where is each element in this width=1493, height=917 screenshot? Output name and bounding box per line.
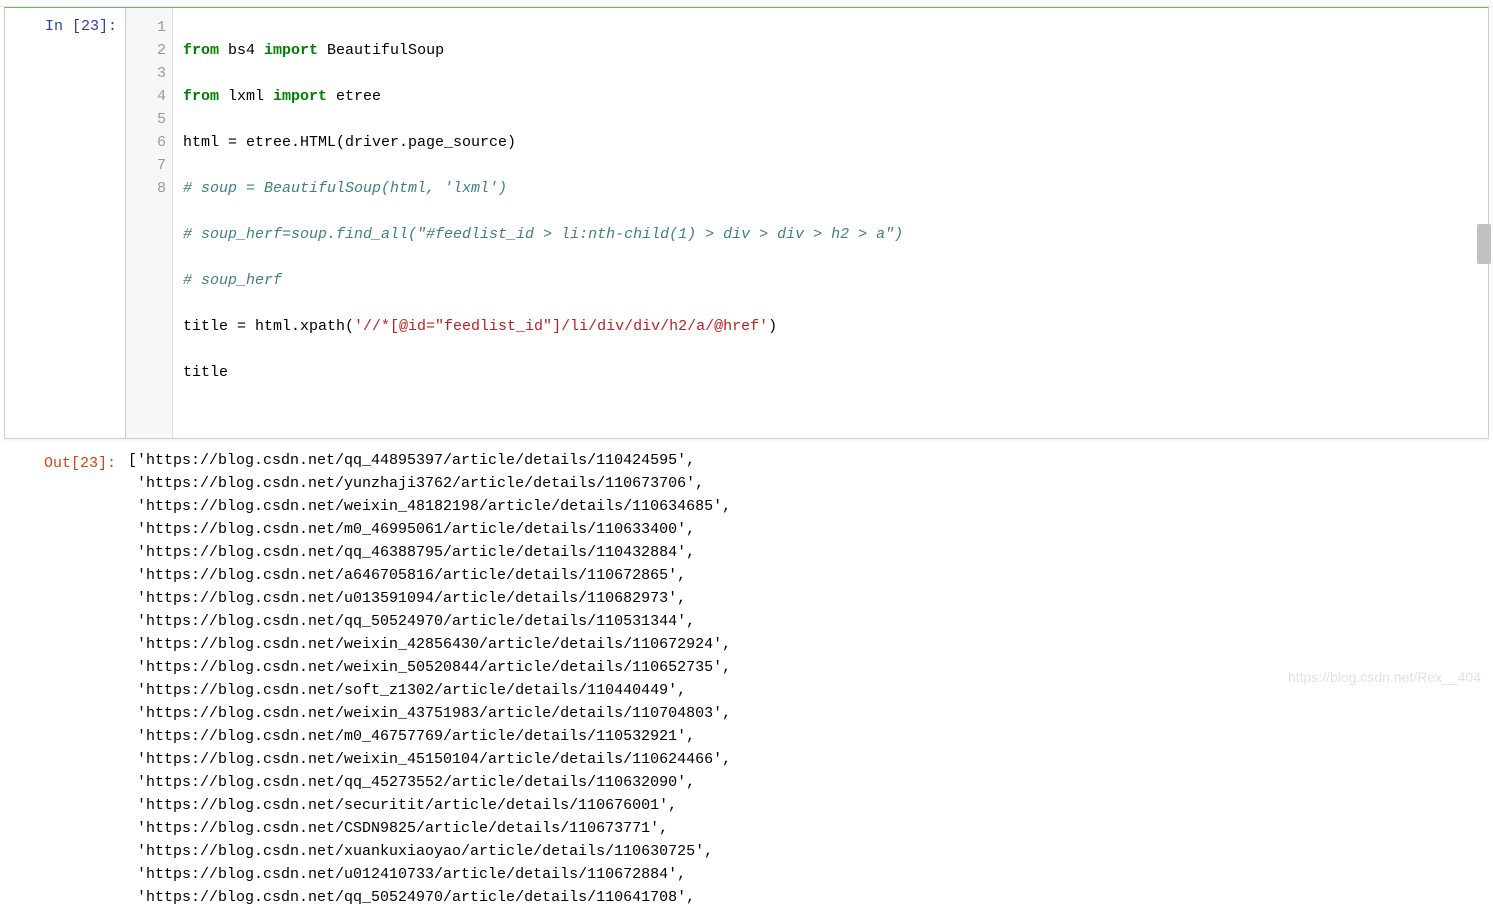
input-cell[interactable]: In [23]: 1 2 3 4 5 6 7 8 from bs4 import… bbox=[4, 7, 1489, 439]
keyword: from bbox=[183, 88, 219, 105]
vertical-scrollbar[interactable] bbox=[1477, 224, 1491, 644]
code-line[interactable]: # soup_herf bbox=[183, 269, 1480, 292]
code-line[interactable]: from bs4 import BeautifulSoup bbox=[183, 39, 1480, 62]
comment: # soup_herf=soup.find_all("#feedlist_id … bbox=[183, 226, 903, 243]
comment: # soup = BeautifulSoup(html, 'lxml') bbox=[183, 180, 507, 197]
code-line[interactable]: # soup_herf=soup.find_all("#feedlist_id … bbox=[183, 223, 1480, 246]
code-text: title = html.xpath( bbox=[183, 318, 354, 335]
module-name: bs4 bbox=[219, 42, 264, 59]
scrollbar-thumb[interactable] bbox=[1477, 224, 1491, 264]
output-prompt: Out[23]: bbox=[4, 445, 124, 472]
keyword: from bbox=[183, 42, 219, 59]
code-text: title bbox=[183, 364, 228, 381]
output-cell: Out[23]: ['https://blog.csdn.net/qq_4489… bbox=[4, 439, 1489, 917]
line-number: 3 bbox=[126, 62, 166, 85]
code-line[interactable]: title bbox=[183, 361, 1480, 384]
module-name: lxml bbox=[219, 88, 273, 105]
string-literal: '//*[@id="feedlist_id"]/li/div/div/h2/a/… bbox=[354, 318, 768, 335]
line-number: 5 bbox=[126, 108, 166, 131]
code-line[interactable]: from lxml import etree bbox=[183, 85, 1480, 108]
comment: # soup_herf bbox=[183, 272, 282, 289]
line-number: 8 bbox=[126, 177, 166, 200]
code-text: ) bbox=[768, 318, 777, 335]
line-number-gutter: 1 2 3 4 5 6 7 8 bbox=[126, 8, 173, 438]
code-text: html = etree.HTML(driver.page_source) bbox=[183, 134, 516, 151]
cell-top-border bbox=[0, 0, 1493, 7]
line-number: 6 bbox=[126, 131, 166, 154]
output-body[interactable]: ['https://blog.csdn.net/qq_44895397/arti… bbox=[124, 445, 1489, 917]
code-editor[interactable]: from bs4 import BeautifulSoup from lxml … bbox=[173, 8, 1488, 438]
input-prompt: In [23]: bbox=[5, 8, 125, 35]
line-number: 2 bbox=[126, 39, 166, 62]
code-line[interactable]: html = etree.HTML(driver.page_source) bbox=[183, 131, 1480, 154]
keyword: import bbox=[273, 88, 327, 105]
module-name: BeautifulSoup bbox=[318, 42, 444, 59]
keyword: import bbox=[264, 42, 318, 59]
line-number: 7 bbox=[126, 154, 166, 177]
code-area[interactable]: 1 2 3 4 5 6 7 8 from bs4 import Beautifu… bbox=[125, 8, 1488, 438]
line-number: 4 bbox=[126, 85, 166, 108]
watermark: https://blog.csdn.net/Rex__404 bbox=[1288, 669, 1481, 685]
code-line[interactable]: title = html.xpath('//*[@id="feedlist_id… bbox=[183, 315, 1480, 338]
line-number: 1 bbox=[126, 16, 166, 39]
code-line[interactable]: # soup = BeautifulSoup(html, 'lxml') bbox=[183, 177, 1480, 200]
module-name: etree bbox=[327, 88, 381, 105]
notebook-root: In [23]: 1 2 3 4 5 6 7 8 from bs4 import… bbox=[0, 0, 1493, 917]
